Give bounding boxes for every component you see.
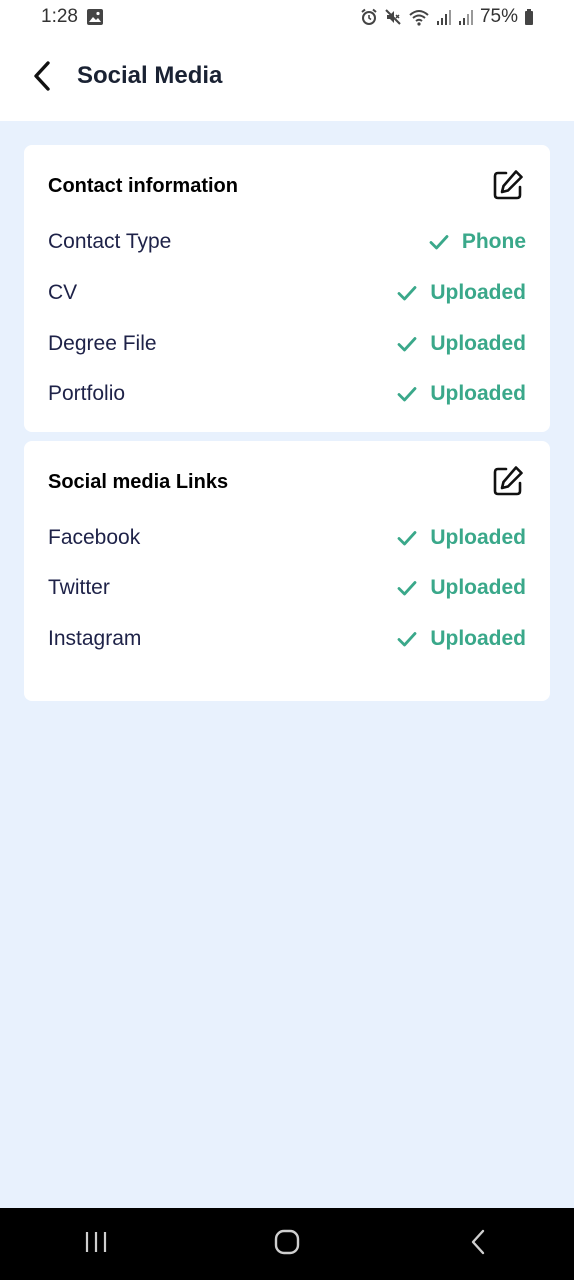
check-icon <box>396 383 418 405</box>
edit-button[interactable] <box>490 465 526 501</box>
recents-icon <box>83 1229 109 1260</box>
row-status: Uploaded <box>396 382 526 406</box>
row-label: Facebook <box>48 526 141 549</box>
row-status: Uploaded <box>396 281 526 305</box>
row-status: Uploaded <box>396 576 526 600</box>
back-icon <box>468 1228 488 1261</box>
battery-percent: 75% <box>479 6 518 27</box>
row-value: Uploaded <box>430 576 526 599</box>
edit-icon <box>491 168 525 207</box>
edit-button[interactable] <box>490 169 526 205</box>
back-arrow-icon <box>31 60 53 97</box>
check-icon <box>396 333 418 355</box>
row-label: Degree File <box>48 332 157 355</box>
check-icon <box>396 282 418 304</box>
row-status: Phone <box>428 230 526 254</box>
status-left: 1:28 <box>41 6 104 28</box>
row-label: Twitter <box>48 576 110 599</box>
card-title: Social media Links <box>48 471 229 493</box>
row-status: Uploaded <box>396 526 526 550</box>
alarm-icon <box>360 8 378 26</box>
row-value: Uploaded <box>430 332 526 355</box>
row-label: Instagram <box>48 627 142 650</box>
row-label: CV <box>48 281 78 304</box>
signal-icon <box>458 8 474 26</box>
row-label: Contact Type <box>48 230 172 253</box>
facebook-row: Facebook Uploaded <box>48 523 526 553</box>
row-value: Uploaded <box>430 526 526 549</box>
twitter-row: Twitter Uploaded <box>48 573 526 603</box>
row-status: Uploaded <box>396 627 526 651</box>
row-status: Uploaded <box>396 332 526 356</box>
mute-icon <box>384 8 402 26</box>
check-icon <box>428 231 450 253</box>
home-button[interactable] <box>257 1214 317 1274</box>
wifi-icon <box>408 8 430 26</box>
edit-icon <box>491 464 525 503</box>
status-right: 75% <box>360 6 534 28</box>
check-icon <box>396 628 418 650</box>
row-value: Uploaded <box>430 627 526 650</box>
status-time: 1:28 <box>41 6 78 27</box>
recents-button[interactable] <box>66 1214 126 1274</box>
battery-icon <box>524 8 534 26</box>
row-value: Phone <box>461 230 526 253</box>
cv-row: CV Uploaded <box>48 278 526 308</box>
signal-icon <box>436 8 452 26</box>
instagram-row: Instagram Uploaded <box>48 624 526 654</box>
system-nav-bar <box>0 1208 574 1280</box>
portfolio-row: Portfolio Uploaded <box>48 379 526 409</box>
image-icon <box>86 8 104 26</box>
page-title: Social Media <box>77 62 223 89</box>
contact-information-card: Contact information Contact Type Phone C… <box>24 145 550 432</box>
back-button[interactable] <box>26 60 58 96</box>
row-value: Uploaded <box>430 382 526 405</box>
home-icon <box>273 1228 301 1261</box>
degree-file-row: Degree File Uploaded <box>48 329 526 359</box>
row-label: Portfolio <box>48 382 126 405</box>
check-icon <box>396 577 418 599</box>
social-media-links-card: Social media Links Facebook Uploaded Twi… <box>24 441 550 701</box>
status-bar: 1:28 75% <box>0 0 574 34</box>
check-icon <box>396 527 418 549</box>
app-bar: Social Media <box>0 34 574 121</box>
contact-type-row: Contact Type Phone <box>48 227 526 257</box>
row-value: Uploaded <box>430 281 526 304</box>
nav-back-button[interactable] <box>448 1214 508 1274</box>
card-title: Contact information <box>48 175 238 197</box>
